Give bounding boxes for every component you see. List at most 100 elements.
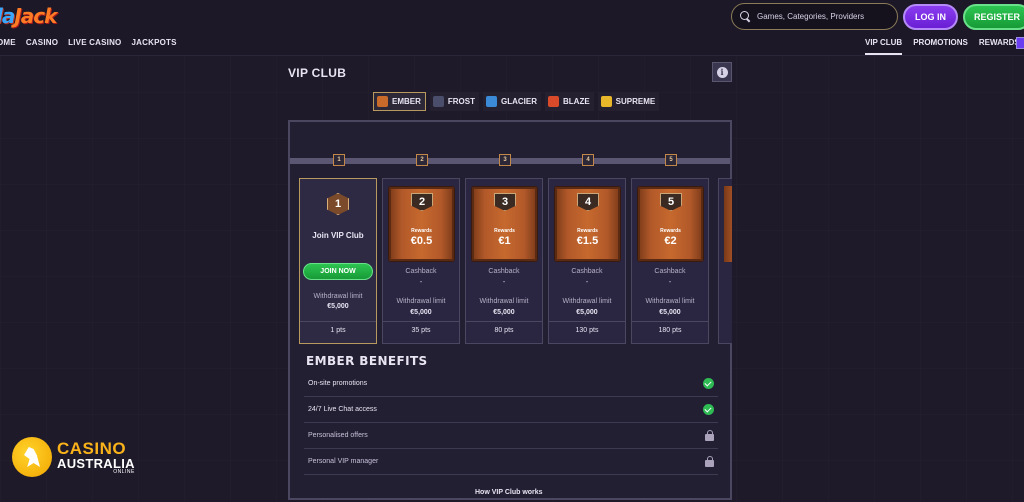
reward-value: €1 — [498, 235, 511, 247]
info-button[interactable]: i — [712, 62, 732, 82]
main-nav: OME CASINO LIVE CASINO JACKPOTS — [0, 38, 177, 47]
nav-home[interactable]: OME — [0, 38, 16, 47]
tab-supreme[interactable]: SUPREME — [597, 92, 660, 111]
register-button[interactable]: REGISTER — [963, 4, 1024, 30]
step-marker: 4 — [582, 154, 594, 166]
step-marker: 3 — [499, 154, 511, 166]
tab-blaze[interactable]: BLAZE — [545, 92, 594, 111]
points-value: 180 pts — [658, 327, 682, 334]
reward-crate-icon: 5 Rewards €2 — [637, 186, 704, 262]
search-icon — [740, 11, 751, 22]
divider — [549, 321, 625, 322]
reward-crate-icon: 3 Rewards €1 — [471, 186, 538, 262]
lock-icon — [705, 456, 714, 467]
reward-value: €1.5 — [576, 235, 599, 247]
benefit-row: 24/7 Live Chat access — [304, 397, 718, 423]
search-box[interactable] — [731, 3, 898, 30]
page-title: VIP CLUB — [288, 66, 347, 80]
divider — [383, 321, 459, 322]
casino-australia-watermark: CASINO AUSTRALIA ONLINE — [12, 437, 135, 477]
join-now-button[interactable]: JOIN NOW — [303, 263, 373, 280]
benefit-label: Personal VIP manager — [308, 458, 379, 465]
cashback-value: - — [668, 279, 672, 286]
tab-frost[interactable]: FROST — [429, 92, 479, 111]
benefit-row: Personal VIP manager — [304, 449, 718, 475]
rewards-label: Rewards — [494, 228, 515, 234]
how-vip-club-works-link[interactable]: How VIP Club works — [475, 489, 543, 496]
cashback-value: - — [502, 279, 506, 286]
check-icon — [703, 378, 714, 389]
benefit-row: Personalised offers — [304, 423, 718, 449]
lock-icon — [705, 430, 714, 441]
next-level-card-peek[interactable] — [718, 178, 732, 344]
secondary-nav: VIP CLUB PROMOTIONS REWARDS — [865, 38, 1020, 55]
level-badge: 4 — [577, 193, 599, 211]
benefit-label: 24/7 Live Chat access — [308, 406, 377, 413]
withdrawal-value: €5,000 — [659, 309, 681, 316]
cashback-label: Cashback — [654, 268, 686, 275]
divider — [466, 321, 542, 322]
tab-label: EMBER — [392, 97, 421, 106]
cashback-label: Cashback — [488, 268, 520, 275]
step-marker: 2 — [416, 154, 428, 166]
tab-glacier[interactable]: GLACIER — [483, 92, 541, 111]
language-flag-icon[interactable] — [1016, 37, 1024, 49]
step-marker: 1 — [333, 154, 345, 166]
nav-casino[interactable]: CASINO — [26, 38, 58, 47]
level-badge: 3 — [494, 193, 516, 211]
info-icon: i — [716, 66, 728, 78]
step-marker: 5 — [665, 154, 677, 166]
level-card: 2 Rewards €0.5 Cashback - Withdrawal lim… — [382, 178, 460, 344]
points-value: 130 pts — [575, 327, 599, 334]
rewards-label: Rewards — [660, 228, 681, 234]
points-value: 1 pts — [330, 327, 346, 334]
nav-promotions[interactable]: PROMOTIONS — [913, 38, 968, 55]
frost-gem-icon — [432, 96, 444, 107]
supreme-gem-icon — [600, 96, 612, 107]
check-icon — [703, 404, 714, 415]
benefits-title: EMBER BENEFITS — [306, 354, 428, 368]
site-logo[interactable]: laJack — [0, 4, 57, 28]
watermark-line1: CASINO — [57, 438, 127, 458]
withdrawal-label: Withdrawal limit — [313, 293, 363, 300]
rewards-label: Rewards — [411, 228, 432, 234]
nav-vip-club[interactable]: VIP CLUB — [865, 38, 903, 55]
tab-label: FROST — [447, 97, 475, 106]
level-card: 5 Rewards €2 Cashback - Withdrawal limit… — [631, 178, 709, 344]
nav-live-casino[interactable]: LIVE CASINO — [68, 38, 121, 47]
cashback-label: Cashback — [405, 268, 437, 275]
benefit-label: On-site promotions — [308, 380, 368, 387]
search-input[interactable] — [757, 12, 897, 21]
glacier-gem-icon — [486, 96, 497, 107]
rewards-label: Rewards — [577, 228, 598, 234]
tab-label: SUPREME — [615, 97, 656, 106]
kangaroo-logo-icon — [12, 437, 52, 477]
cashback-value: - — [585, 279, 589, 286]
points-value: 35 pts — [411, 327, 431, 334]
points-value: 80 pts — [494, 327, 514, 334]
tab-label: GLACIER — [501, 97, 537, 106]
divider — [300, 321, 376, 322]
divider — [632, 321, 708, 322]
withdrawal-value: €5,000 — [493, 309, 515, 316]
ember-gem-icon — [377, 96, 388, 107]
withdrawal-label: Withdrawal limit — [645, 298, 695, 305]
blaze-gem-icon — [548, 96, 559, 107]
withdrawal-value: €5,000 — [327, 303, 349, 310]
level-badge: 5 — [660, 193, 682, 211]
level-card: 4 Rewards €1.5 Cashback - Withdrawal lim… — [548, 178, 626, 344]
reward-crate-icon: 2 Rewards €0.5 — [388, 186, 455, 262]
reward-crate-icon — [724, 186, 732, 262]
nav-jackpots[interactable]: JACKPOTS — [131, 38, 176, 47]
tab-ember[interactable]: EMBER — [373, 92, 426, 111]
nav-rewards[interactable]: REWARDS — [979, 38, 1020, 55]
benefit-label: Personalised offers — [308, 432, 368, 439]
level-card: 3 Rewards €1 Cashback - Withdrawal limit… — [465, 178, 543, 344]
tab-label: BLAZE — [563, 97, 590, 106]
watermark-line3: ONLINE — [113, 468, 135, 475]
vip-levels-panel: 1 2 3 4 5 1 Join VIP Club JOIN NOW Withd… — [288, 120, 732, 500]
login-button[interactable]: LOG IN — [903, 4, 958, 30]
withdrawal-value: €5,000 — [410, 309, 432, 316]
withdrawal-label: Withdrawal limit — [562, 298, 612, 305]
watermark-line2: AUSTRALIA — [57, 455, 135, 471]
